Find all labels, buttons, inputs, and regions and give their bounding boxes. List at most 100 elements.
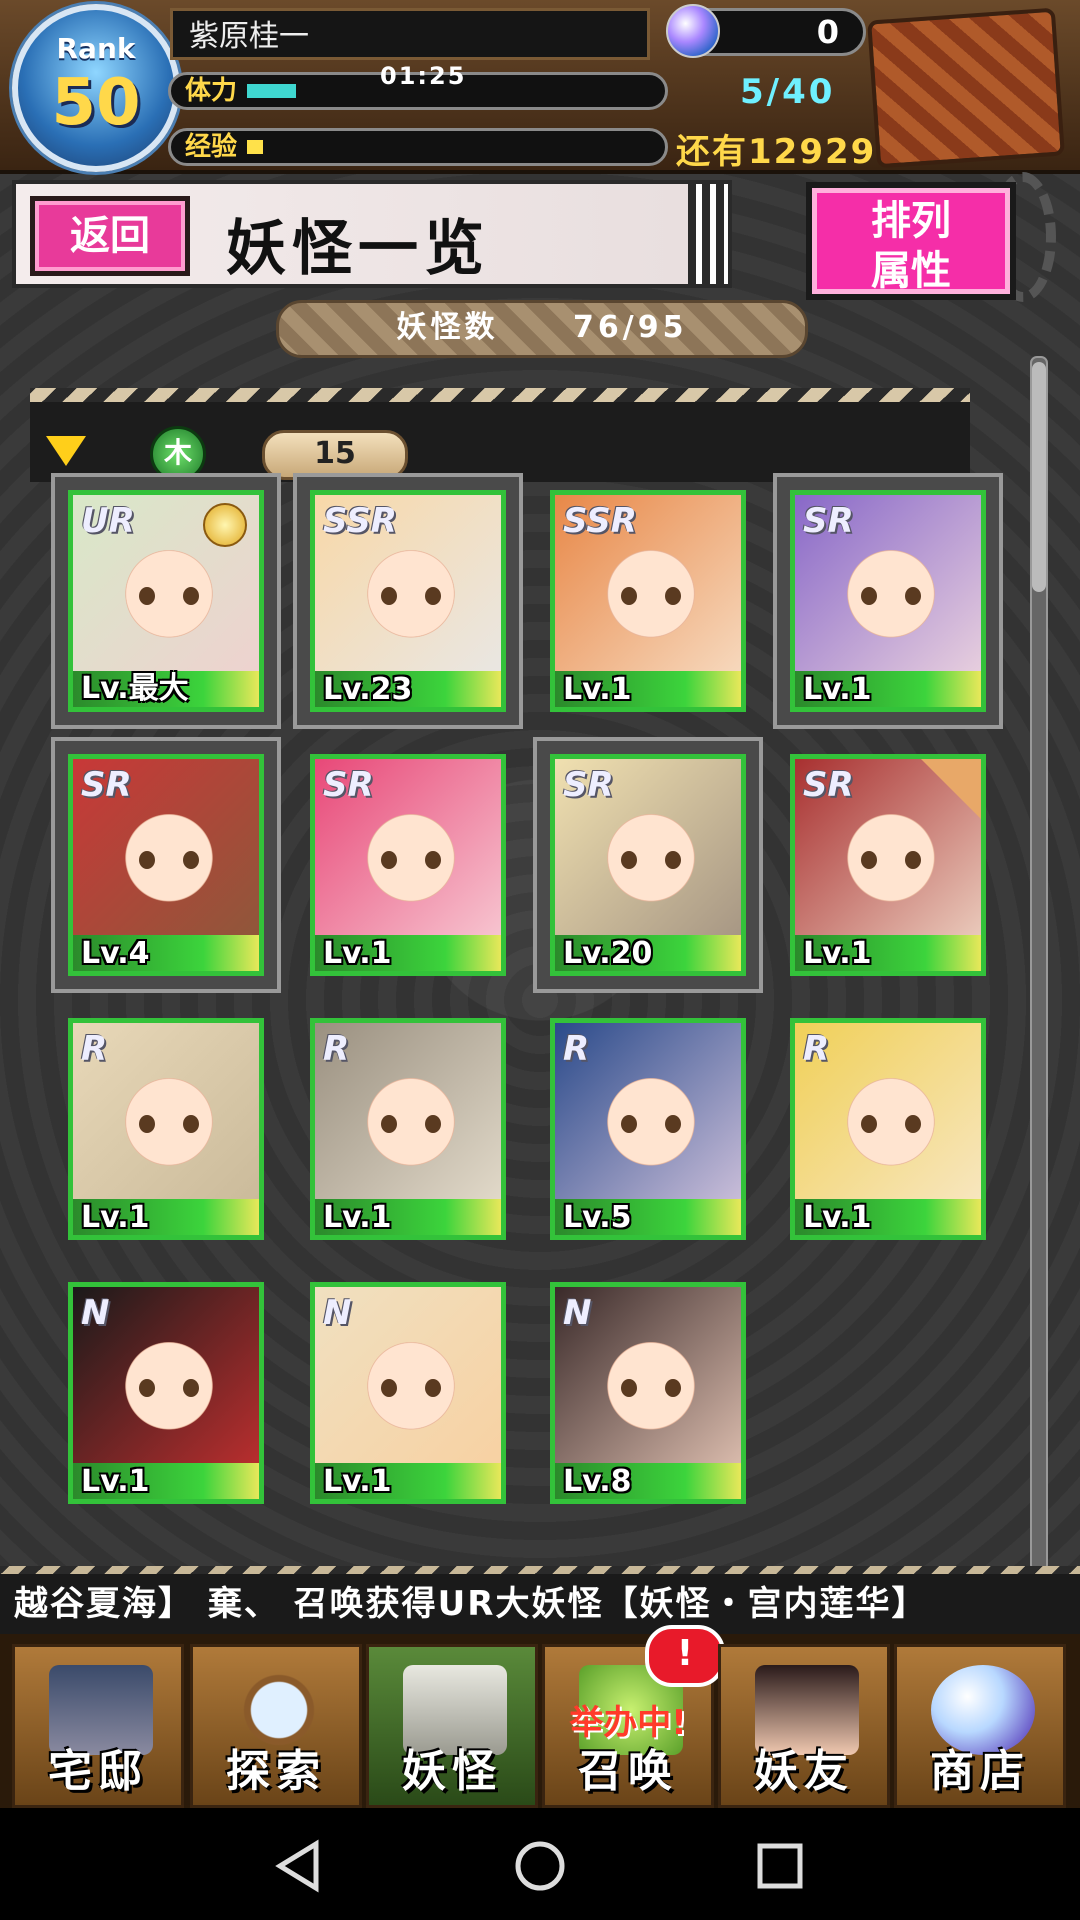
rarity-label: SR (803, 501, 854, 541)
level-label: Lv.1 (803, 672, 872, 707)
youkai-card[interactable]: N Lv.8 (550, 1282, 746, 1504)
rank-label: Rank (56, 32, 136, 65)
youkai-card[interactable]: SR Lv.1 (773, 473, 1003, 729)
nav-home-label: 宅邸 (48, 1746, 148, 1797)
stamina-fill (247, 84, 296, 98)
level-label: Lv.23 (323, 672, 413, 707)
level-label: Lv.1 (323, 1464, 392, 1499)
back-button[interactable]: 返回 (30, 196, 190, 276)
nav-explore[interactable]: 探索 (190, 1644, 362, 1808)
filter-bar[interactable]: 木 15 (30, 388, 970, 482)
nav-summon[interactable]: 举办中! ! 召唤 (542, 1625, 725, 1808)
youkai-card[interactable]: R Lv.1 (310, 1018, 506, 1240)
gold-medal-icon (203, 503, 247, 547)
square-recents-icon[interactable] (752, 1838, 808, 1894)
bottom-nav: 宅邸 探索 妖怪 举办中! ! 召唤 妖友 商店 (0, 1625, 1080, 1808)
character-eyes (139, 1379, 199, 1397)
youkai-portrait: R Lv.1 (68, 1018, 264, 1240)
nav-youkai[interactable]: 妖怪 (366, 1644, 538, 1808)
sort-button[interactable]: 排列 属性 (806, 182, 1016, 300)
level-label: Lv.1 (81, 1200, 150, 1235)
level-label: Lv.1 (81, 1464, 150, 1499)
youkai-portrait: R Lv.5 (550, 1018, 746, 1240)
rank-badge[interactable]: Rank 50 (12, 4, 180, 172)
youkai-card[interactable]: SR Lv.1 (310, 754, 506, 976)
scrollbar-thumb[interactable] (1032, 362, 1046, 592)
collapse-triangle-icon[interactable] (46, 436, 86, 466)
rarity-label: N (323, 1293, 352, 1333)
status-bar: Rank 50 紫原桂一 体力 01:25 经验 0 5/40 还有12929 (0, 0, 1080, 174)
character-eyes (139, 1115, 199, 1133)
nav-friends[interactable]: 妖友 (718, 1644, 890, 1808)
rarity-label: R (803, 1029, 830, 1069)
character-eyes (381, 1379, 441, 1397)
youkai-portrait: SR Lv.20 (550, 754, 746, 976)
youkai-card[interactable]: R Lv.1 (68, 1018, 264, 1240)
stamina-label: 体力 (185, 76, 238, 106)
youkai-card[interactable]: SR Lv.4 (51, 737, 281, 993)
rarity-label: SR (323, 765, 374, 805)
youkai-card[interactable]: N Lv.1 (68, 1282, 264, 1504)
character-eyes (381, 587, 441, 605)
nav-explore-label: 探索 (226, 1746, 326, 1797)
circle-home-icon[interactable] (512, 1838, 568, 1894)
youkai-card[interactable]: UR Lv.最大 (51, 473, 281, 729)
youkai-card[interactable]: SR Lv.20 (533, 737, 763, 993)
nav-summon-label: 召唤 (578, 1746, 678, 1797)
character-eyes (381, 1115, 441, 1133)
character-eyes (621, 1379, 681, 1397)
youkai-portrait: N Lv.1 (68, 1282, 264, 1504)
stamina-value: 5/40 (740, 72, 836, 112)
youkai-portrait: SR Lv.1 (790, 490, 986, 712)
youkai-card[interactable]: SSR Lv.23 (293, 473, 523, 729)
youkai-card[interactable]: SR Lv.1 (790, 754, 986, 976)
exp-fill (247, 140, 263, 154)
level-label: Lv.1 (323, 936, 392, 971)
news-ticker: 越谷夏海】 棄、 召唤获得UR大妖怪【妖怪・宫内莲华】 (0, 1566, 1080, 1642)
youkai-portrait: SSR Lv.1 (550, 490, 746, 712)
treasure-box-icon[interactable] (867, 7, 1065, 169)
level-label: Lv.1 (803, 936, 872, 971)
youkai-card[interactable]: R Lv.1 (790, 1018, 986, 1240)
youkai-portrait: R Lv.1 (790, 1018, 986, 1240)
corner-star-icon (921, 759, 981, 819)
triangle-back-icon[interactable] (270, 1838, 326, 1894)
character-eyes (861, 851, 921, 869)
rank-value: 50 (51, 66, 141, 140)
youkai-portrait: UR Lv.最大 (68, 490, 264, 712)
character-eyes (621, 1115, 681, 1133)
youkai-portrait: SSR Lv.23 (310, 490, 506, 712)
player-name: 紫原桂一 (170, 8, 650, 60)
rarity-label: N (81, 1293, 110, 1333)
youkai-portrait: SR Lv.1 (310, 754, 506, 976)
banner-stripe (688, 184, 728, 284)
youkai-count-value: 76/95 (573, 310, 688, 345)
youkai-portrait: N Lv.1 (310, 1282, 506, 1504)
nav-shop[interactable]: 商店 (894, 1644, 1066, 1808)
character-eyes (139, 587, 199, 605)
rarity-label: R (81, 1029, 108, 1069)
youkai-card[interactable]: N Lv.1 (310, 1282, 506, 1504)
youkai-count: 妖怪数 76/95 (276, 300, 808, 358)
level-label: Lv.最大 (81, 671, 189, 706)
exp-remaining: 还有12929 (676, 132, 877, 172)
character-eyes (139, 851, 199, 869)
sort-label-2: 属性 (871, 248, 951, 294)
youkai-portrait: SR Lv.4 (68, 754, 264, 976)
nav-home[interactable]: 宅邸 (12, 1644, 184, 1808)
rarity-label: R (323, 1029, 350, 1069)
character-eyes (861, 1115, 921, 1133)
exp-label: 经验 (185, 132, 238, 162)
level-label: Lv.1 (563, 672, 632, 707)
rarity-label: R (563, 1029, 590, 1069)
scrollbar[interactable] (1030, 356, 1048, 1572)
exp-bar: 经验 (168, 128, 668, 166)
gem-orb-icon (666, 4, 720, 58)
sort-label-1: 排列 (871, 198, 951, 244)
youkai-card[interactable]: R Lv.5 (550, 1018, 746, 1240)
nav-youkai-label: 妖怪 (402, 1746, 502, 1797)
youkai-count-label: 妖怪数 (396, 310, 499, 345)
youkai-card[interactable]: SSR Lv.1 (550, 490, 746, 712)
youkai-portrait: SR Lv.1 (790, 754, 986, 976)
character-eyes (381, 851, 441, 869)
